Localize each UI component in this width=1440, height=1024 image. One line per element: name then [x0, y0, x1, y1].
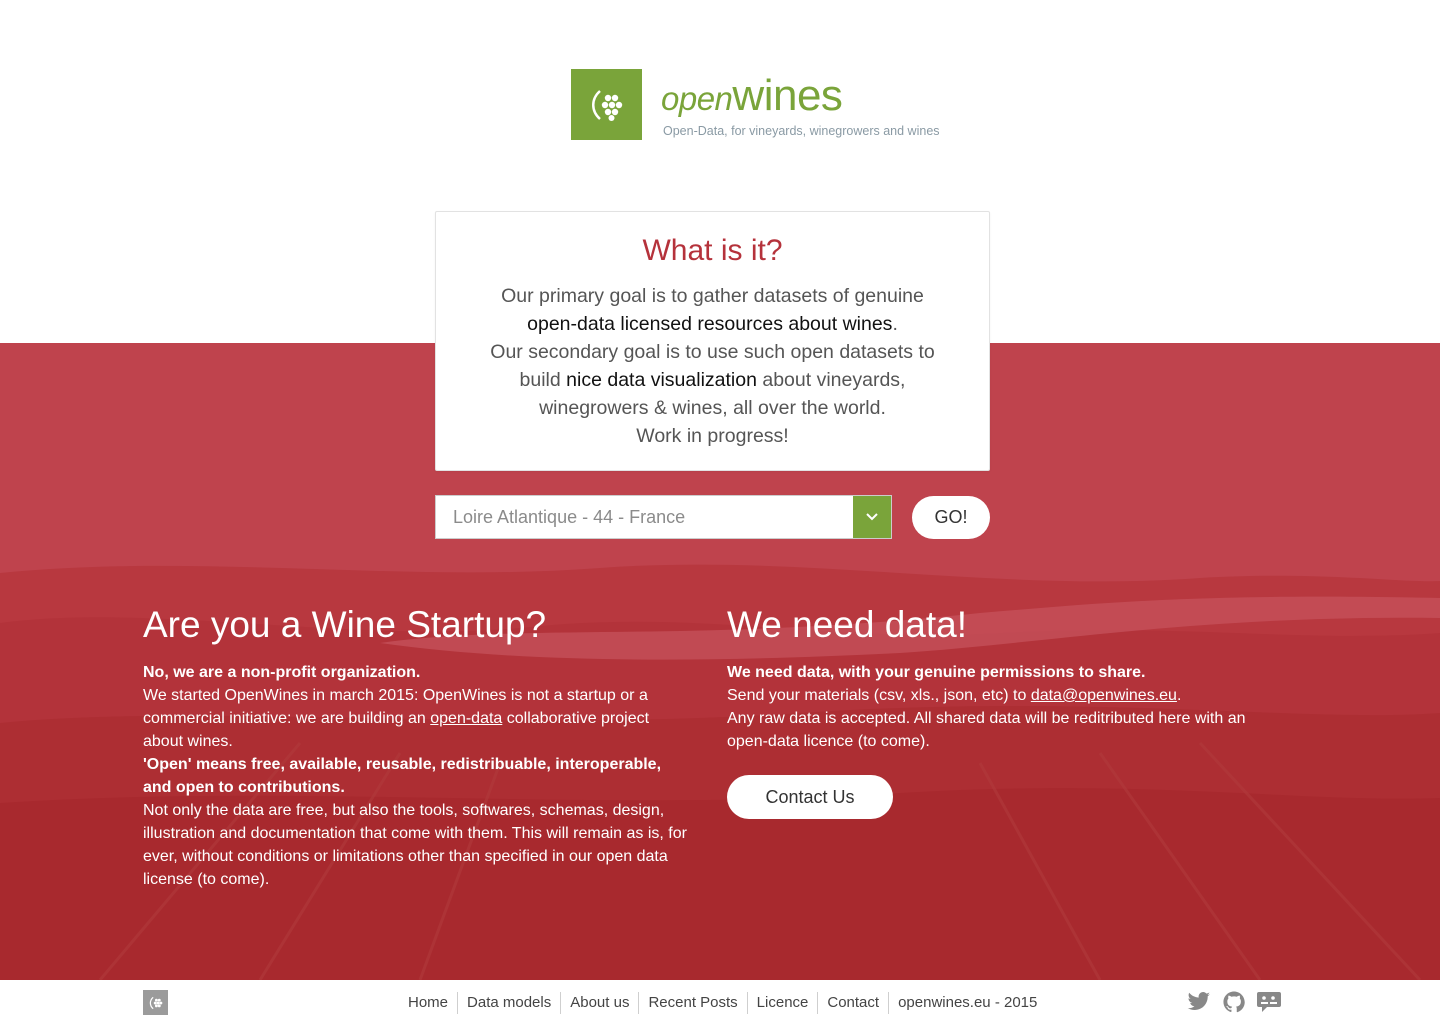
footer: Home Data models About us Recent Posts L…: [0, 980, 1440, 1024]
region-select[interactable]: Loire Atlantique - 44 - France: [435, 495, 892, 539]
go-button[interactable]: GO!: [912, 496, 990, 539]
email-link[interactable]: data@openwines.eu: [1031, 687, 1177, 704]
footer-link-contact[interactable]: Contact: [817, 992, 888, 1014]
brand-tagline: Open-Data, for vineyards, winegrowers an…: [663, 124, 940, 138]
need-data-text-1: Send your materials (csv, xls., json, et…: [727, 687, 1182, 704]
startup-heading: Are you a Wine Startup?: [143, 604, 547, 645]
startup-text-1: We started OpenWines in march 2015: Open…: [143, 687, 650, 750]
grape-logo-icon: [571, 69, 642, 140]
footer-nav: Home Data models About us Recent Posts L…: [399, 992, 1046, 1014]
card-title: What is it?: [642, 234, 783, 267]
footer-link-recent-posts[interactable]: Recent Posts: [638, 992, 746, 1014]
twitter-icon[interactable]: [1186, 990, 1212, 1014]
social-links: [1177, 990, 1282, 1014]
footer-logo-icon[interactable]: [143, 990, 168, 1015]
contact-us-button[interactable]: Contact Us: [727, 775, 893, 819]
footer-copyright: openwines.eu - 2015: [888, 992, 1046, 1014]
need-data-heading: We need data!: [727, 604, 967, 645]
card-description: Our primary goal is to gather datasets o…: [490, 285, 935, 447]
need-data-bold: We need data, with your genuine permissi…: [727, 664, 1146, 681]
startup-section: Are you a Wine Startup? No, we are a non…: [143, 603, 693, 891]
open-data-link[interactable]: open-data: [430, 710, 502, 727]
startup-text-2: Not only the data are free, but also the…: [143, 802, 687, 888]
need-data-text-2: Any raw data is accepted. All shared dat…: [727, 710, 1246, 750]
github-icon[interactable]: [1221, 990, 1247, 1014]
site-logo[interactable]: openwines Open-Data, for vineyards, wine…: [571, 69, 940, 140]
footer-link-licence[interactable]: Licence: [746, 992, 818, 1014]
chat-icon[interactable]: [1256, 990, 1282, 1014]
footer-link-data-models[interactable]: Data models: [457, 992, 560, 1014]
need-data-section: We need data! We need data, with your ge…: [727, 603, 1287, 819]
chevron-down-icon[interactable]: [853, 496, 891, 538]
footer-link-about-us[interactable]: About us: [560, 992, 638, 1014]
startup-bold-1: No, we are a non-profit organization.: [143, 664, 421, 681]
brand-name: openwines: [661, 71, 843, 120]
what-is-it-card: What is it? Our primary goal is to gathe…: [435, 211, 990, 471]
region-select-value: Loire Atlantique - 44 - France: [453, 507, 686, 527]
startup-bold-2: 'Open' means free, available, reusable, …: [143, 756, 662, 796]
footer-link-home[interactable]: Home: [399, 992, 457, 1014]
